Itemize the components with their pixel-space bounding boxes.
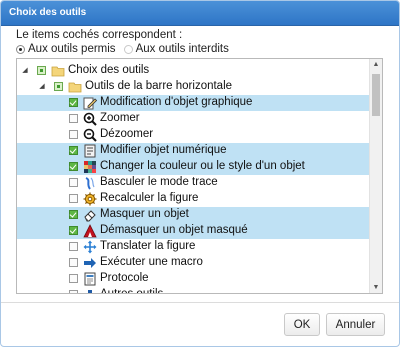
radio-forbidden-label: Aux outils interdits xyxy=(135,43,229,55)
tree-item-label: Protocole xyxy=(100,272,149,284)
tree-row[interactable]: Basculer le mode trace xyxy=(17,175,370,191)
tree-row[interactable]: Zoomer xyxy=(17,111,370,127)
dialog-footer: OK Annuler xyxy=(1,302,399,346)
zoom-in-icon xyxy=(83,112,97,126)
tree-checkbox[interactable] xyxy=(69,258,78,267)
tree-row[interactable]: Masquer un objet xyxy=(17,207,370,223)
tree-checkbox[interactable] xyxy=(69,98,78,107)
document-icon xyxy=(83,272,97,286)
expand-toggle-icon[interactable]: ◢ xyxy=(20,63,30,79)
tree-row[interactable]: Translater la figure xyxy=(17,239,370,255)
tree-row[interactable]: Modifier objet numérique xyxy=(17,143,370,159)
tree-checkbox[interactable] xyxy=(69,290,78,293)
tree-checkbox[interactable] xyxy=(54,82,63,91)
tree-checkbox[interactable] xyxy=(69,226,78,235)
color-grid-icon xyxy=(83,160,97,174)
tree-row[interactable]: Dézoomer xyxy=(17,127,370,143)
cancel-button[interactable]: Annuler xyxy=(326,313,385,336)
gear-icon xyxy=(83,192,97,206)
tree-checkbox[interactable] xyxy=(69,242,78,251)
tree-item-label: Dézoomer xyxy=(100,128,154,140)
expand-toggle-icon[interactable]: ◢ xyxy=(37,79,47,95)
radio-group: Aux outils permis Aux outils interdits xyxy=(16,43,229,55)
numeric-edit-icon xyxy=(83,144,97,158)
tree-item-label: Translater la figure xyxy=(100,240,196,252)
tree-checkbox[interactable] xyxy=(69,274,78,283)
tree-item-label: Modifier objet numérique xyxy=(100,144,227,156)
tree-item-label: Zoomer xyxy=(100,112,140,124)
tree-checkbox[interactable] xyxy=(69,178,78,187)
radio-dot-icon xyxy=(123,44,133,54)
tree-row[interactable]: ◢ Outils de la barre horizontale xyxy=(17,79,370,95)
prompt-label: Le items cochés correspondent : xyxy=(16,29,183,41)
plus-icon xyxy=(83,288,97,293)
scroll-up-icon[interactable]: ▲ xyxy=(370,59,382,70)
tree-row[interactable]: Démasquer un objet masqué xyxy=(17,223,370,239)
unmask-icon xyxy=(83,224,97,238)
tree-checkbox[interactable] xyxy=(69,210,78,219)
scroll-down-icon[interactable]: ▼ xyxy=(370,282,382,293)
scroll-thumb[interactable] xyxy=(372,74,380,116)
tree-checkbox[interactable] xyxy=(69,194,78,203)
tree-item-label: Démasquer un objet masqué xyxy=(100,224,248,236)
tree-checkbox[interactable] xyxy=(69,146,78,155)
tree-scrollbar[interactable]: ▲ ▼ xyxy=(369,59,382,293)
tree-row[interactable]: Exécuter une macro xyxy=(17,255,370,271)
tree-checkbox[interactable] xyxy=(69,162,78,171)
tree-row[interactable]: Changer la couleur ou le style d'un obje… xyxy=(17,159,370,175)
tree-row[interactable]: Recalculer la figure xyxy=(17,191,370,207)
tree-row[interactable]: Protocole xyxy=(17,271,370,287)
tree-item-label: Basculer le mode trace xyxy=(100,176,218,188)
tree-checkbox[interactable] xyxy=(69,130,78,139)
tree-row[interactable]: Modification d'objet graphique xyxy=(17,95,370,111)
tree-item-label: Exécuter une macro xyxy=(100,256,203,268)
folder-icon xyxy=(51,64,65,78)
tree-checkbox[interactable] xyxy=(69,114,78,123)
dialog-titlebar[interactable]: Choix des outils xyxy=(1,1,399,26)
ok-button[interactable]: OK xyxy=(284,313,320,336)
dialog-title: Choix des outils xyxy=(9,7,87,18)
edit-object-icon xyxy=(83,96,98,110)
tree-row[interactable]: ◢ Choix des outils xyxy=(17,63,370,79)
radio-forbidden-tools[interactable]: Aux outils interdits xyxy=(123,43,229,55)
tool-choice-dialog: Choix des outils Le items cochés corresp… xyxy=(0,0,400,347)
tree-item-label: Choix des outils xyxy=(68,64,150,76)
tree-item-label: Outils de la barre horizontale xyxy=(85,80,233,92)
move-icon xyxy=(83,240,97,254)
tree-item-label: Changer la couleur ou le style d'un obje… xyxy=(100,160,305,172)
zoom-out-icon xyxy=(83,128,97,142)
arrow-right-icon xyxy=(83,256,97,270)
tool-tree[interactable]: ◢ Choix des outils ◢ Outils de la barre hor… xyxy=(16,58,383,294)
tree-checkbox[interactable] xyxy=(37,66,46,75)
tree-item-label: Masquer un objet xyxy=(100,208,189,220)
tree-item-label: Autres outils xyxy=(100,288,164,294)
eraser-icon xyxy=(83,208,97,222)
trace-icon xyxy=(83,176,97,190)
radio-allowed-tools[interactable]: Aux outils permis xyxy=(16,43,116,55)
tree-row[interactable]: Autres outils xyxy=(17,287,370,294)
tree-item-label: Modification d'objet graphique xyxy=(100,96,253,108)
radio-allowed-label: Aux outils permis xyxy=(28,43,116,55)
tree-item-label: Recalculer la figure xyxy=(100,192,199,204)
folder-icon xyxy=(68,80,82,94)
radio-dot-icon xyxy=(16,44,25,54)
